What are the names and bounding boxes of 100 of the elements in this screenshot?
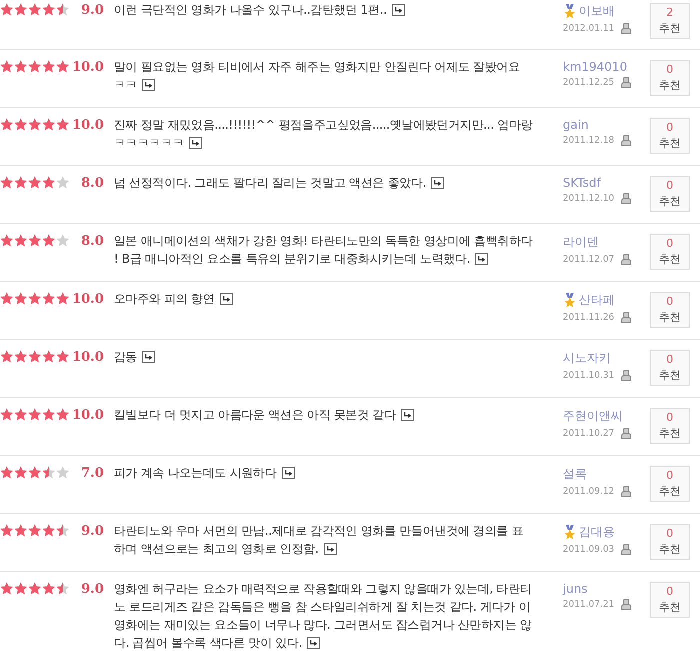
star-icon	[0, 234, 14, 247]
star-icon	[42, 292, 56, 305]
recommend-button[interactable]: 0 추천	[650, 60, 690, 96]
review-date: 2011.12.18	[563, 136, 615, 146]
recommend-button[interactable]: 0 추천	[650, 582, 690, 618]
review-text: 영화엔 허구라는 요소가 매력적으로 작용할때와 그렇지 않을때가 있는데, 타란티	[114, 581, 532, 598]
person-icon[interactable]	[620, 312, 632, 323]
star-icon	[56, 60, 70, 73]
star-icon	[0, 176, 14, 189]
score: 9.0	[81, 582, 104, 597]
star-icon	[42, 118, 56, 131]
review-text: 감동	[114, 349, 138, 366]
star-icon	[28, 408, 42, 421]
review-date: 2011.11.26	[563, 312, 615, 322]
score: 10.0	[72, 350, 104, 365]
person-icon[interactable]	[620, 370, 632, 381]
person-icon[interactable]	[620, 193, 632, 204]
star-icon	[0, 466, 14, 479]
review-date: 2011.09.03	[563, 544, 615, 554]
star-icon	[56, 234, 70, 247]
star-icon	[42, 234, 56, 247]
score: 7.0	[81, 466, 104, 481]
star-icon	[56, 176, 70, 189]
star-icon	[14, 582, 28, 595]
review-date: 2011.12.07	[563, 254, 615, 264]
star-icon	[56, 118, 70, 131]
person-icon[interactable]	[620, 428, 632, 439]
star-icon	[14, 524, 28, 537]
star-icon	[28, 350, 42, 363]
review-date: 2011.07.21	[563, 600, 615, 610]
review-text: 오마주와 피의 향연	[114, 291, 215, 308]
star-icon	[28, 234, 42, 247]
review-text: 피가 계속 나오는데도 시원하다	[114, 465, 277, 482]
star-icon	[0, 350, 14, 363]
recommend-button[interactable]: 0 추천	[650, 466, 690, 502]
person-icon[interactable]	[620, 254, 632, 265]
recommend-button[interactable]: 0 추천	[650, 234, 690, 270]
star-icon	[14, 234, 28, 247]
star-icon	[0, 60, 14, 73]
star-icon	[0, 292, 14, 305]
star-icon	[14, 292, 28, 305]
review-text: 이런 극단적인 영화가 나올수 있구나..감탄했던 1편..	[114, 2, 387, 19]
review-date: 2011.12.10	[563, 194, 615, 204]
review-text: ㅋㅋ	[114, 77, 138, 94]
review-date: 2011.12.25	[563, 78, 615, 88]
star-icon	[28, 524, 42, 537]
star-icon	[42, 408, 56, 421]
star-icon	[42, 176, 56, 189]
star-icon	[28, 292, 42, 305]
star-icon	[28, 60, 42, 73]
reply-arrow-icon[interactable]	[401, 409, 414, 421]
star-icon	[42, 60, 56, 73]
star-icon	[42, 350, 56, 363]
person-icon[interactable]	[620, 544, 632, 555]
recommend-button[interactable]: 2 추천	[650, 3, 690, 39]
star-icon	[42, 524, 56, 537]
star-icon	[56, 466, 70, 479]
person-icon[interactable]	[620, 77, 632, 88]
person-icon[interactable]	[620, 23, 632, 34]
review-date: 2011.10.27	[563, 428, 615, 438]
person-icon[interactable]	[620, 599, 632, 610]
star-icon	[56, 408, 70, 421]
star-icon	[14, 408, 28, 421]
star-icon	[56, 350, 70, 363]
score: 10.0	[72, 118, 104, 133]
review-text: 하며 액션으로는 최고의 영화로 인정함.	[114, 541, 319, 558]
star-icon	[0, 3, 14, 16]
review-text: 말이 필요없는 영화 티비에서 자주 해주는 영화지만 안질린다 어제도 잘봤어요	[114, 59, 520, 76]
recommend-button[interactable]: 0 추천	[650, 350, 690, 386]
recommend-button[interactable]: 0 추천	[650, 292, 690, 328]
recommend-button[interactable]: 0 추천	[650, 176, 690, 212]
score: 8.0	[81, 176, 104, 191]
star-icon	[14, 3, 28, 16]
star-icon	[28, 3, 42, 16]
star-icon	[42, 3, 56, 16]
score: 10.0	[72, 408, 104, 423]
review-text: 타란티노와 우마 서먼의 만남..제대로 감각적인 영화를 만들어낸것에 경의를 표	[114, 523, 524, 540]
review-text: 킬빌보다 더 멋지고 아름다운 액션은 아직 못본것 같다	[114, 407, 396, 424]
star-icon	[42, 582, 56, 595]
person-icon[interactable]	[620, 486, 632, 497]
recommend-button[interactable]: 0 추천	[650, 408, 690, 444]
star-icon	[14, 60, 28, 73]
review-text: 일본 애니메이션의 색채가 강한 영화! 타란티노만의 독특한 영상미에 흠뻑취하다	[114, 233, 533, 250]
person-icon[interactable]	[620, 135, 632, 146]
recommend-button[interactable]: 0 추천	[650, 524, 690, 560]
review-text: 노 로드리게즈 같은 감독들은 뻥을 참 스타일리쉬하게 잘 치는것 같다. 게다가 이	[114, 599, 531, 616]
review-text: 다. 곱씹어 볼수록 색다른 맛이 있다.	[114, 635, 302, 651]
score: 10.0	[72, 60, 104, 75]
review-date: 2011.09.12	[563, 486, 615, 496]
star-icon	[56, 292, 70, 305]
review-text: ! B급 매니아적인 요소를 특유의 분위기로 대중화시키는데 노력했다.	[114, 251, 470, 268]
star-icon	[0, 118, 14, 131]
score: 9.0	[81, 3, 104, 18]
star-icon	[28, 582, 42, 595]
star-icon	[14, 466, 28, 479]
star-icon	[56, 524, 70, 537]
recommend-button[interactable]: 0 추천	[650, 118, 690, 154]
star-icon	[56, 3, 70, 16]
star-icon	[28, 118, 42, 131]
score: 8.0	[81, 234, 104, 249]
